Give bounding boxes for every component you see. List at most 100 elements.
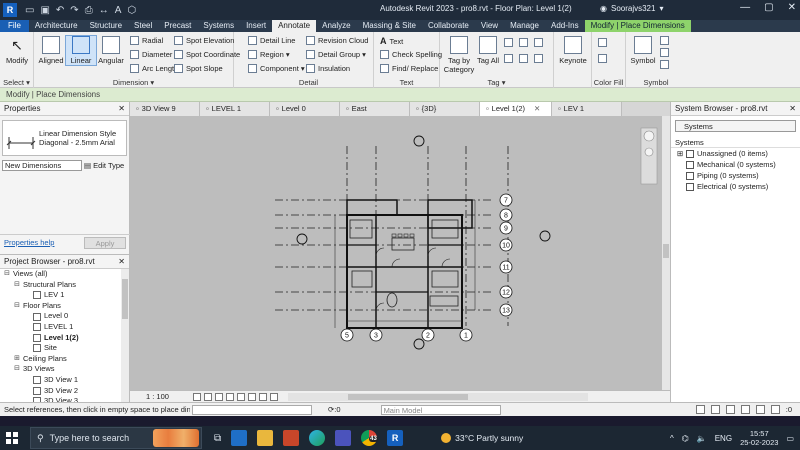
chrome-icon[interactable]: 43: [361, 430, 378, 446]
filter-icon[interactable]: [770, 405, 780, 414]
pipe-legend-button[interactable]: [598, 54, 607, 63]
multi-rebar-icon[interactable]: [519, 38, 528, 47]
minimize-icon[interactable]: —: [740, 2, 750, 13]
close-icon[interactable]: ✕: [118, 102, 125, 115]
spot-slope-button[interactable]: Spot Slope: [174, 64, 223, 73]
browser-node[interactable]: Site: [0, 343, 129, 354]
tab-systems[interactable]: Systems: [197, 20, 240, 32]
view-tab[interactable]: ▫ LEV 1: [552, 102, 622, 116]
show-crop-icon[interactable]: [248, 392, 256, 401]
view-tab[interactable]: ▫ East: [340, 102, 410, 116]
close-icon[interactable]: ✕: [789, 102, 796, 115]
office-icon[interactable]: [283, 430, 300, 446]
network-icon[interactable]: ⌬: [682, 434, 689, 443]
sun-path-icon[interactable]: [215, 392, 223, 401]
tab-precast[interactable]: Precast: [158, 20, 197, 32]
tab-structure[interactable]: Structure: [84, 20, 128, 32]
save-icon[interactable]: ▣: [40, 5, 49, 16]
maximize-icon[interactable]: ▢: [764, 2, 773, 13]
start-button[interactable]: [0, 426, 24, 450]
dimension-panel-label[interactable]: Dimension ▾: [34, 78, 233, 87]
view-tab[interactable]: ▫ Level 0: [270, 102, 340, 116]
tab-annotate[interactable]: Annotate: [272, 20, 317, 32]
tab-steel[interactable]: Steel: [128, 20, 158, 32]
print-icon[interactable]: ⎙: [85, 5, 93, 16]
browser-node[interactable]: ⊟ Floor Plans: [0, 301, 129, 312]
browser-node[interactable]: ⊞ Ceiling Plans: [0, 354, 129, 365]
store-app-icon[interactable]: [231, 430, 248, 446]
tab-add-ins[interactable]: Add-Ins: [545, 20, 585, 32]
duct-legend-button[interactable]: [598, 38, 607, 47]
drawing-canvas[interactable]: 7 8 9 10 11 12 13 5 3 2 1: [130, 116, 662, 390]
instance-filter-select[interactable]: New Dimensions: [2, 160, 82, 171]
spot-elevation-button[interactable]: Spot Elevation: [174, 36, 234, 45]
canvas-horizontal-scrollbar[interactable]: [288, 392, 588, 401]
canvas-vertical-scrollbar[interactable]: [662, 116, 670, 390]
redo-icon[interactable]: ↷: [70, 5, 78, 16]
browser-node[interactable]: Level 0: [0, 311, 129, 322]
area-tag-icon[interactable]: [504, 54, 513, 63]
measure-icon[interactable]: ↔: [99, 5, 109, 16]
linear-button[interactable]: Linear: [65, 35, 97, 66]
temporary-hide-icon[interactable]: [259, 392, 267, 401]
floor-plan-drawing[interactable]: 7 8 9 10 11 12 13 5 3 2 1: [130, 116, 662, 390]
select-underlay-icon[interactable]: [710, 405, 720, 414]
span-direction-icon[interactable]: [660, 36, 669, 45]
view-tab[interactable]: ▫ LEVEL 1: [200, 102, 270, 116]
text-icon[interactable]: A: [115, 5, 122, 16]
close-icon[interactable]: ✕: [118, 255, 125, 268]
user-account[interactable]: ◉ Soorajvs321 ▾: [600, 4, 663, 13]
show-hidden-icons-icon[interactable]: ^: [670, 434, 674, 443]
tree-toggle-icon[interactable]: ⊟: [4, 269, 10, 280]
detail-line-button[interactable]: Detail Line: [248, 36, 295, 45]
tab-collaborate[interactable]: Collaborate: [422, 20, 475, 32]
tag-by-category-button[interactable]: Tag by Category: [442, 36, 476, 74]
browser-node[interactable]: LEVEL 1: [0, 322, 129, 333]
region-button[interactable]: Region ▾: [248, 50, 290, 59]
tab-architecture[interactable]: Architecture: [29, 20, 84, 32]
edit-type-button[interactable]: ▤ Edit Type: [84, 161, 124, 170]
tab-massing-site[interactable]: Massing & Site: [357, 20, 422, 32]
view-tab[interactable]: ▫ {3D}: [410, 102, 480, 116]
system-node[interactable]: Piping (0 systems): [671, 170, 800, 181]
apply-button[interactable]: Apply: [84, 236, 126, 249]
browser-node[interactable]: 3D View 1: [0, 375, 129, 386]
arc-length-button[interactable]: Arc Length: [130, 64, 178, 73]
tab-modify-place-dimensions[interactable]: Modify | Place Dimensions: [584, 20, 691, 32]
check-spelling-button[interactable]: Check Spelling: [380, 50, 442, 59]
area-reinforcement-icon[interactable]: [660, 48, 669, 57]
notifications-icon[interactable]: ▭: [786, 434, 794, 443]
symbol-button[interactable]: Symbol: [628, 36, 658, 65]
modify-button[interactable]: ↖ Modify: [2, 36, 32, 65]
diameter-button[interactable]: Diameter: [130, 50, 172, 59]
tab-manage[interactable]: Manage: [504, 20, 545, 32]
file-explorer-icon[interactable]: [257, 430, 274, 446]
browser-node[interactable]: Level 1(2): [0, 333, 129, 344]
browser-node[interactable]: ⊟ Structural Plans: [0, 280, 129, 291]
tab-insert[interactable]: Insert: [240, 20, 272, 32]
room-tag-icon[interactable]: [519, 54, 528, 63]
3d-icon[interactable]: ⬡: [127, 5, 136, 16]
revit-taskbar-icon[interactable]: R: [387, 430, 404, 446]
browser-node[interactable]: ⊟ 3D Views: [0, 364, 129, 375]
taskbar-search[interactable]: ⚲ Type here to search: [30, 427, 202, 449]
close-tab-icon[interactable]: ✕: [534, 102, 540, 116]
open-icon[interactable]: ▭: [25, 5, 34, 16]
keynote-button[interactable]: Keynote: [556, 36, 590, 65]
insulation-button[interactable]: Insulation: [306, 64, 350, 73]
text-button[interactable]: A Text: [380, 36, 403, 46]
tree-toggle-icon[interactable]: ⊟: [14, 301, 20, 312]
tab-view[interactable]: View: [475, 20, 504, 32]
shadows-icon[interactable]: [226, 392, 234, 401]
system-node[interactable]: ⊞ Unassigned (0 items): [671, 148, 800, 159]
view-tab[interactable]: ▫ 3D View 9: [130, 102, 200, 116]
properties-help-link[interactable]: Properties help: [4, 238, 54, 247]
aligned-button[interactable]: Aligned: [36, 36, 66, 65]
angular-button[interactable]: Angular: [96, 36, 126, 65]
clock[interactable]: 15:57 25-02-2023: [740, 429, 778, 447]
tree-toggle-icon[interactable]: ⊞: [677, 148, 683, 159]
undo-icon[interactable]: ↶: [56, 5, 64, 16]
select-panel-label[interactable]: Select ▾: [0, 78, 33, 87]
browser-node[interactable]: 3D View 2: [0, 386, 129, 397]
volume-icon[interactable]: 🔈: [697, 434, 707, 443]
